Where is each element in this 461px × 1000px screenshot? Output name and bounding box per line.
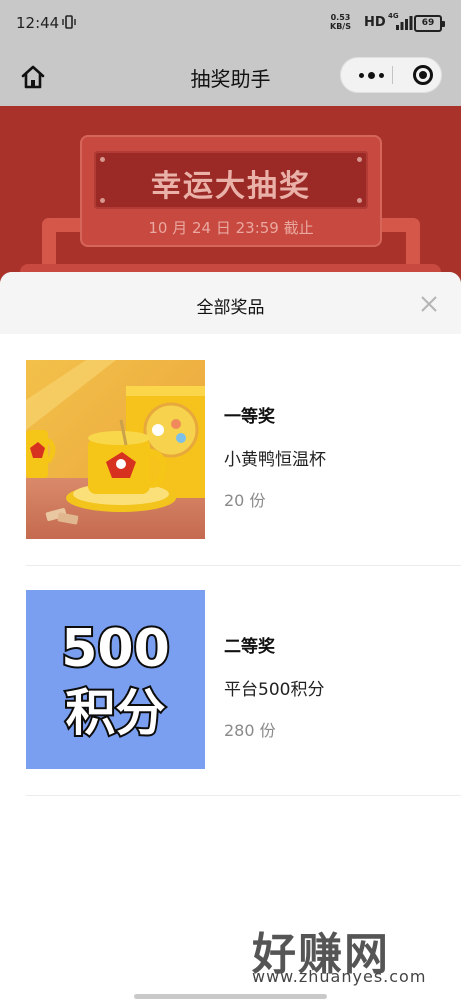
prize-rank: 二等奖 bbox=[224, 637, 275, 657]
status-bar: 12:44 0.53 KB/S HD 4G 69 bbox=[0, 0, 461, 46]
sign-panel: 幸运大抽奖 bbox=[94, 151, 368, 209]
more-menu-button[interactable] bbox=[351, 58, 391, 92]
points-image-number: 500 bbox=[61, 619, 170, 679]
prize-item-first[interactable]: 一等奖 小黄鸭恒温杯 20 份 bbox=[26, 336, 461, 566]
signal-icon bbox=[396, 16, 413, 30]
lottery-banner: 幸运大抽奖 10 月 24 日 23:59 截止 bbox=[0, 106, 461, 296]
network-speed: 0.53 KB/S bbox=[330, 13, 351, 31]
prize-count: 20 份 bbox=[224, 491, 266, 510]
lottery-sign: 幸运大抽奖 10 月 24 日 23:59 截止 bbox=[80, 135, 382, 247]
points-image-label: 积分 bbox=[66, 684, 166, 742]
points-badge-image: 500 积分 bbox=[59, 617, 172, 744]
prize-count: 280 份 bbox=[224, 721, 276, 740]
watermark-url: www.zhuanyes.com bbox=[252, 967, 427, 986]
close-miniprogram-button[interactable] bbox=[413, 65, 433, 85]
more-dot-icon bbox=[378, 72, 384, 78]
more-dot-icon bbox=[367, 71, 375, 79]
network-speed-value: 0.53 bbox=[330, 13, 351, 22]
miniprogram-capsule bbox=[340, 57, 442, 93]
prize-sheet: 全部奖品 一等奖 小黄鸭恒温杯 20 份 500 积分 二等奖 平台500积分 … bbox=[0, 272, 461, 1000]
lottery-title: 幸运大抽奖 bbox=[151, 169, 311, 204]
battery-icon: 69 bbox=[414, 15, 445, 32]
nav-bar: 抽奖助手 bbox=[0, 46, 461, 106]
more-dot-icon bbox=[358, 72, 364, 78]
prize-image-duck-mug bbox=[26, 360, 205, 539]
capsule-divider bbox=[392, 66, 393, 84]
vibrate-icon bbox=[62, 15, 76, 29]
prize-image-points: 500 积分 bbox=[26, 590, 205, 769]
close-icon[interactable] bbox=[418, 293, 440, 315]
duck-mug-photo bbox=[26, 360, 205, 539]
lottery-deadline: 10 月 24 日 23:59 截止 bbox=[148, 219, 314, 237]
prize-name: 小黄鸭恒温杯 bbox=[224, 450, 326, 470]
prize-name: 平台500积分 bbox=[224, 680, 325, 700]
sheet-title: 全部奖品 bbox=[196, 298, 265, 318]
sheet-header: 全部奖品 bbox=[0, 272, 461, 334]
prize-item-second[interactable]: 500 积分 二等奖 平台500积分 280 份 bbox=[26, 566, 461, 796]
prize-rank: 一等奖 bbox=[224, 407, 275, 427]
network-speed-unit: KB/S bbox=[330, 22, 351, 31]
hd-indicator: HD bbox=[364, 15, 386, 30]
home-indicator[interactable] bbox=[134, 994, 327, 999]
status-time: 12:44 bbox=[16, 14, 60, 32]
